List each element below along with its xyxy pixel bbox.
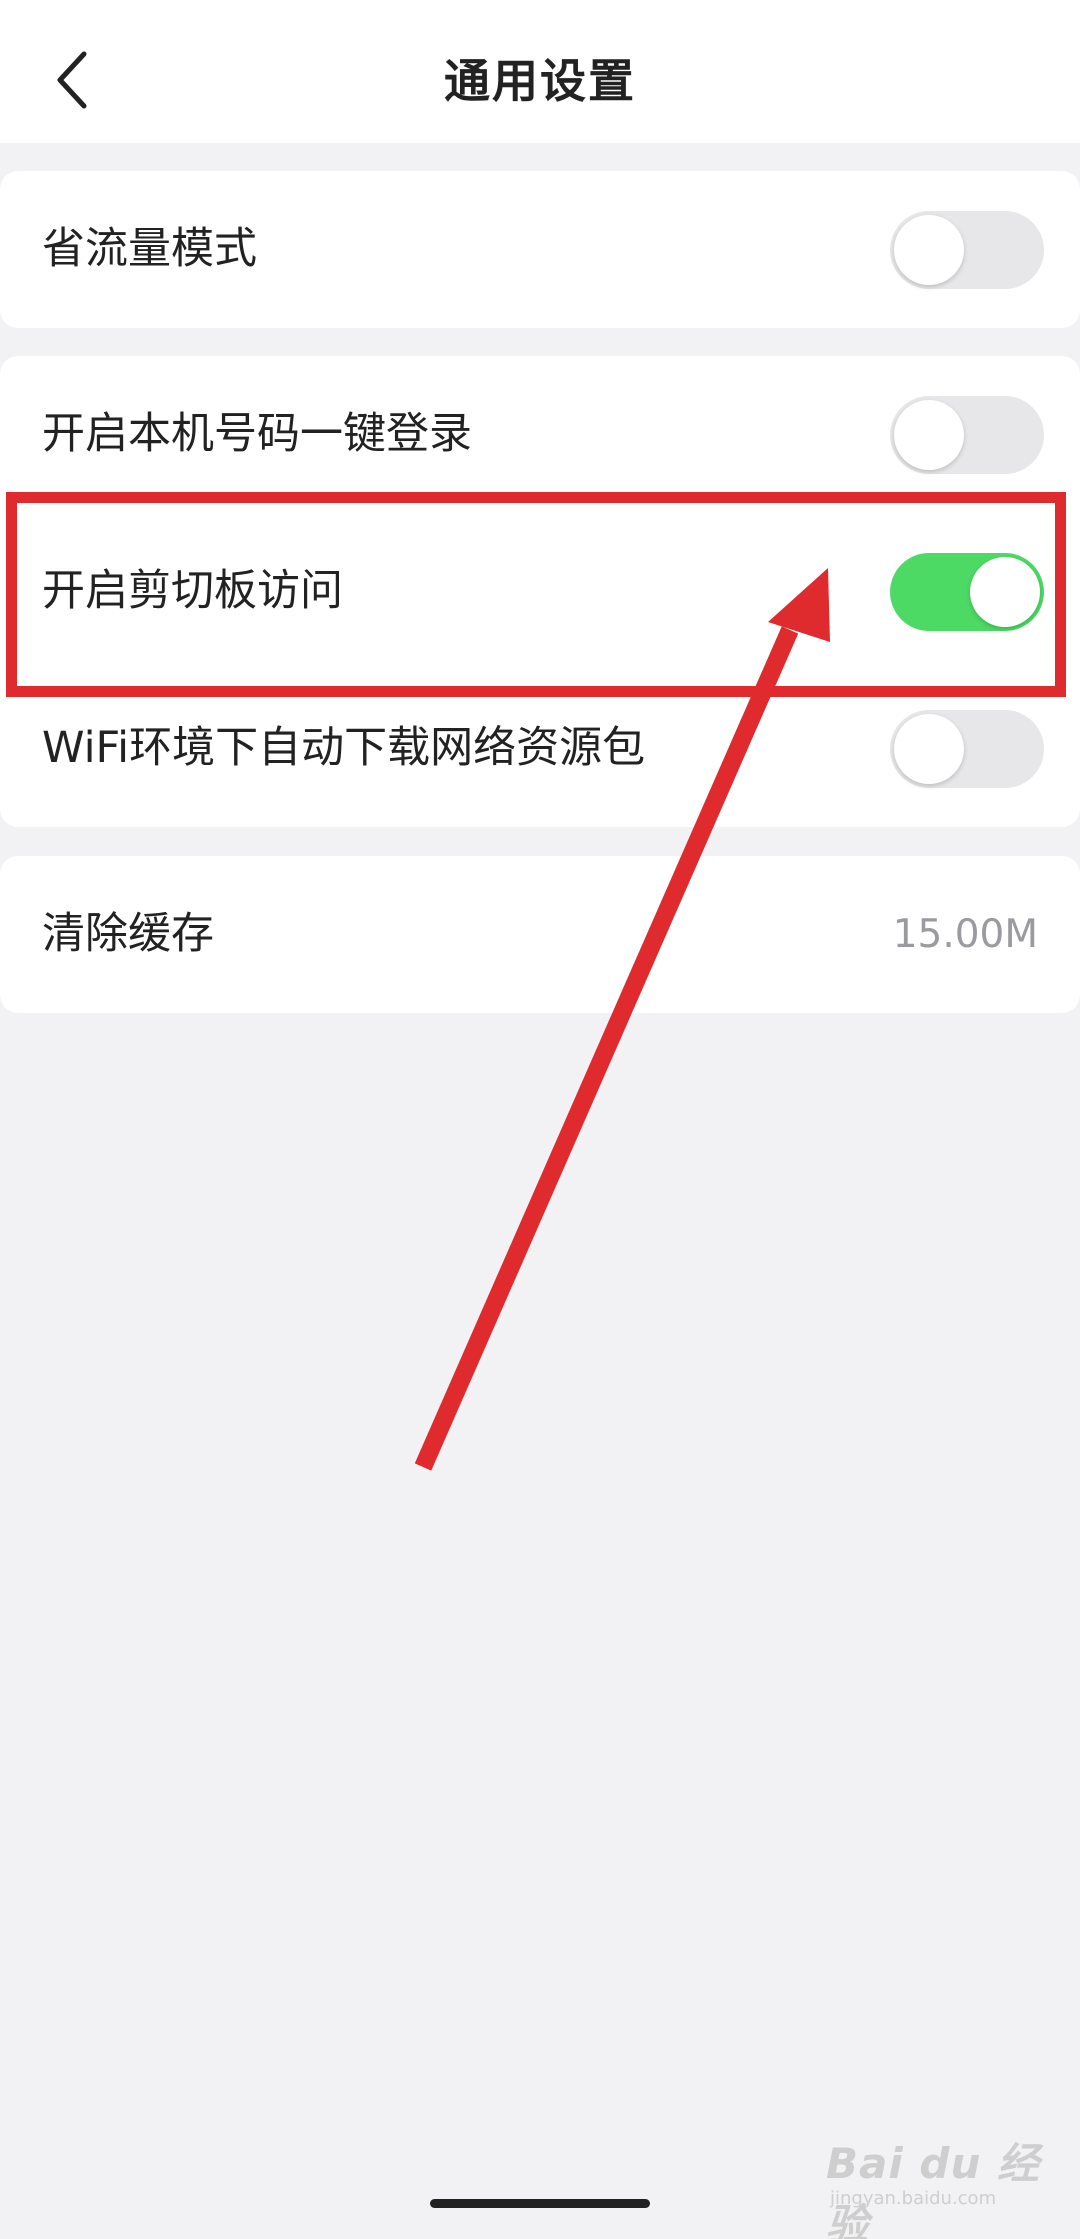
watermark-url: jingyan.baidu.com bbox=[830, 2188, 997, 2209]
setting-label: WiFi环境下自动下载网络资源包 bbox=[42, 723, 646, 773]
setting-row-one-tap-login[interactable]: 开启本机号码一键登录 bbox=[0, 356, 1080, 513]
setting-label: 清除缓存 bbox=[42, 909, 214, 959]
wifi-download-switch[interactable] bbox=[890, 710, 1044, 788]
nav-bar: 通用设置 bbox=[0, 0, 1080, 143]
switch-knob bbox=[970, 557, 1040, 627]
home-indicator[interactable] bbox=[430, 2199, 650, 2208]
switch-knob bbox=[894, 714, 964, 784]
data-saver-switch[interactable] bbox=[890, 211, 1044, 289]
cache-size-value: 15.00M bbox=[892, 912, 1038, 957]
setting-row-clipboard-access[interactable]: 开启剪切板访问 bbox=[0, 513, 1080, 670]
section-cache: 清除缓存 15.00M bbox=[0, 856, 1080, 1013]
setting-row-wifi-download[interactable]: WiFi环境下自动下载网络资源包 bbox=[0, 670, 1080, 827]
watermark: Bai du 经验 jingyan.baidu.com bbox=[826, 2130, 1056, 2239]
setting-row-clear-cache[interactable]: 清除缓存 15.00M bbox=[0, 856, 1080, 1013]
setting-label: 省流量模式 bbox=[42, 224, 257, 274]
settings-page: 通用设置 省流量模式 开启本机号码一键登录 开启剪切板访问 WiFi环境下自动下… bbox=[0, 0, 1080, 2239]
setting-label: 开启本机号码一键登录 bbox=[42, 409, 472, 459]
section-data-saver: 省流量模式 bbox=[0, 171, 1080, 328]
switch-knob bbox=[894, 400, 964, 470]
switch-knob bbox=[894, 215, 964, 285]
clipboard-access-switch[interactable] bbox=[890, 553, 1044, 631]
setting-row-data-saver[interactable]: 省流量模式 bbox=[0, 171, 1080, 328]
annotation-arrow bbox=[414, 568, 830, 1471]
watermark-brand: Bai du 经验 bbox=[826, 2139, 1040, 2239]
one-tap-login-switch[interactable] bbox=[890, 396, 1044, 474]
section-login-clipboard: 开启本机号码一键登录 开启剪切板访问 WiFi环境下自动下载网络资源包 bbox=[0, 356, 1080, 827]
page-title: 通用设置 bbox=[444, 54, 636, 108]
setting-label: 开启剪切板访问 bbox=[42, 566, 343, 616]
